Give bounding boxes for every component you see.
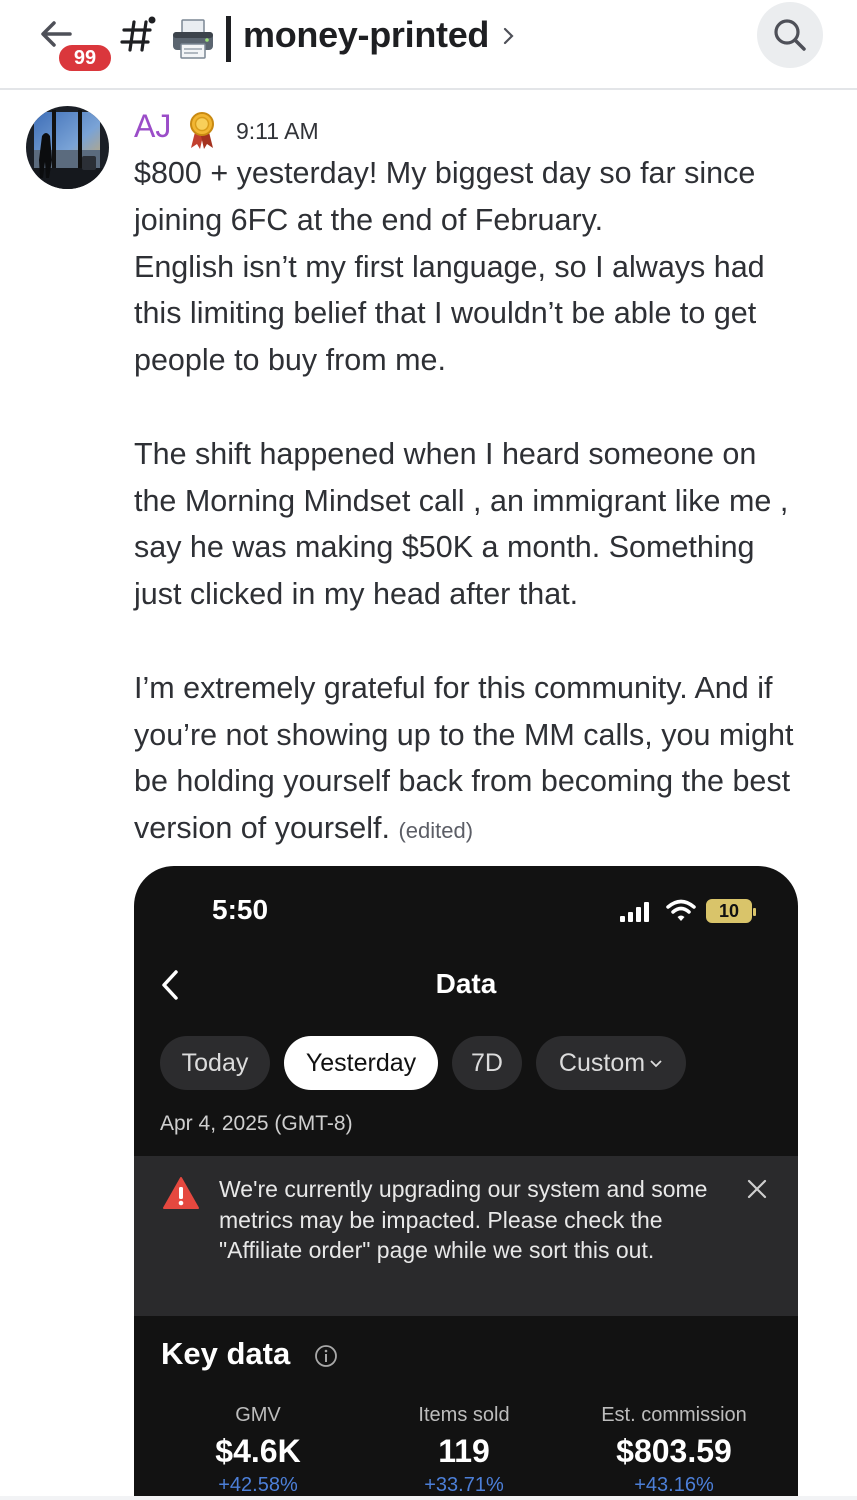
info-icon[interactable] [314, 1344, 338, 1368]
channel-name[interactable]: money-printed [243, 14, 489, 56]
message-line: joining 6FC at the end of February. [134, 202, 604, 237]
battery-indicator: 10 [706, 899, 756, 923]
metric-label: GMV [235, 1404, 281, 1426]
search-icon [774, 19, 806, 51]
message-line: be holding yourself back from becoming t… [134, 764, 791, 799]
message-line: say he was making $50K a month. Somethin… [134, 530, 755, 565]
metric-items-sold: Items sold 119 +33.71% [364, 1404, 564, 1497]
medal-role-icon [190, 112, 214, 149]
date-range-label: Apr 4, 2025 (GMT-8) [160, 1112, 353, 1135]
wifi-icon [666, 899, 696, 921]
author-name[interactable]: AJ [134, 108, 171, 145]
metric-label: Est. commission [601, 1404, 747, 1426]
chevron-right-icon[interactable] [502, 24, 516, 48]
chevron-down-icon [650, 1060, 662, 1068]
close-icon[interactable] [746, 1178, 768, 1200]
bottom-divider [0, 1496, 857, 1500]
metric-value: $803.59 [616, 1433, 732, 1469]
avatar-image [26, 106, 109, 189]
notice-text: We're currently upgrading our system and… [219, 1176, 708, 1263]
message-line: you’re not showing up to the MM calls, y… [134, 717, 794, 752]
metric-change: +43.16% [634, 1474, 714, 1496]
image-attachment[interactable]: 5:50 10 Data Today Yesterday 7D Custom A… [134, 866, 798, 1500]
message-line: people to buy from me. [134, 343, 446, 378]
printer-emoji-icon [173, 19, 213, 59]
message-line: the Morning Mindset call , an immigrant … [134, 483, 789, 518]
cellular-signal-icon [620, 902, 649, 922]
message-line: this limiting belief that I wouldn’t be … [134, 296, 757, 331]
message-line: version of yourself. (edited) [134, 805, 844, 855]
message-line: $800 + yesterday! My biggest day so far … [134, 156, 756, 190]
metric-value: $4.6K [215, 1433, 301, 1469]
metric-est-commission: Est. commission $803.59 +43.16% [574, 1404, 774, 1497]
search-button[interactable] [757, 2, 823, 68]
warning-icon [163, 1177, 199, 1209]
edited-label: (edited) [398, 818, 474, 844]
message-line: I’m extremely grateful for this communit… [134, 670, 773, 705]
screen-title: Data [435, 968, 497, 999]
tab-custom[interactable]: Custom [536, 1036, 686, 1090]
tab-today[interactable]: Today [160, 1036, 270, 1090]
tab-custom-label: Custom [558, 1049, 646, 1077]
metric-change: +33.71% [424, 1474, 504, 1496]
message-line: The shift happened when I heard someone … [134, 436, 757, 471]
metric-gmv: GMV $4.6K +42.58% [158, 1404, 358, 1497]
tab-yesterday[interactable]: Yesterday [284, 1036, 438, 1090]
system-notice-banner: We're currently upgrading our system and… [134, 1156, 798, 1316]
message-timestamp: 9:11 AM [236, 118, 319, 144]
message-line: English isn’t my first language, so I al… [134, 249, 765, 284]
tab-7d[interactable]: 7D [452, 1036, 522, 1090]
message-last-line: version of yourself. [134, 811, 390, 846]
metric-change: +42.58% [218, 1474, 298, 1496]
channel-name-separator [226, 16, 231, 62]
status-time: 5:50 [212, 894, 269, 925]
metric-label: Items sold [418, 1404, 510, 1426]
channel-hash-icon [120, 16, 156, 52]
metric-value: 119 [438, 1433, 490, 1469]
message-line: just clicked in my head after that. [134, 577, 579, 612]
key-data-heading: Key data [161, 1336, 291, 1371]
channel-header: 99 money-printed [0, 0, 857, 90]
avatar[interactable] [26, 106, 109, 189]
unread-badge: 99 [56, 42, 114, 74]
message-content: $800 + yesterday! My biggest day so far … [134, 150, 844, 855]
